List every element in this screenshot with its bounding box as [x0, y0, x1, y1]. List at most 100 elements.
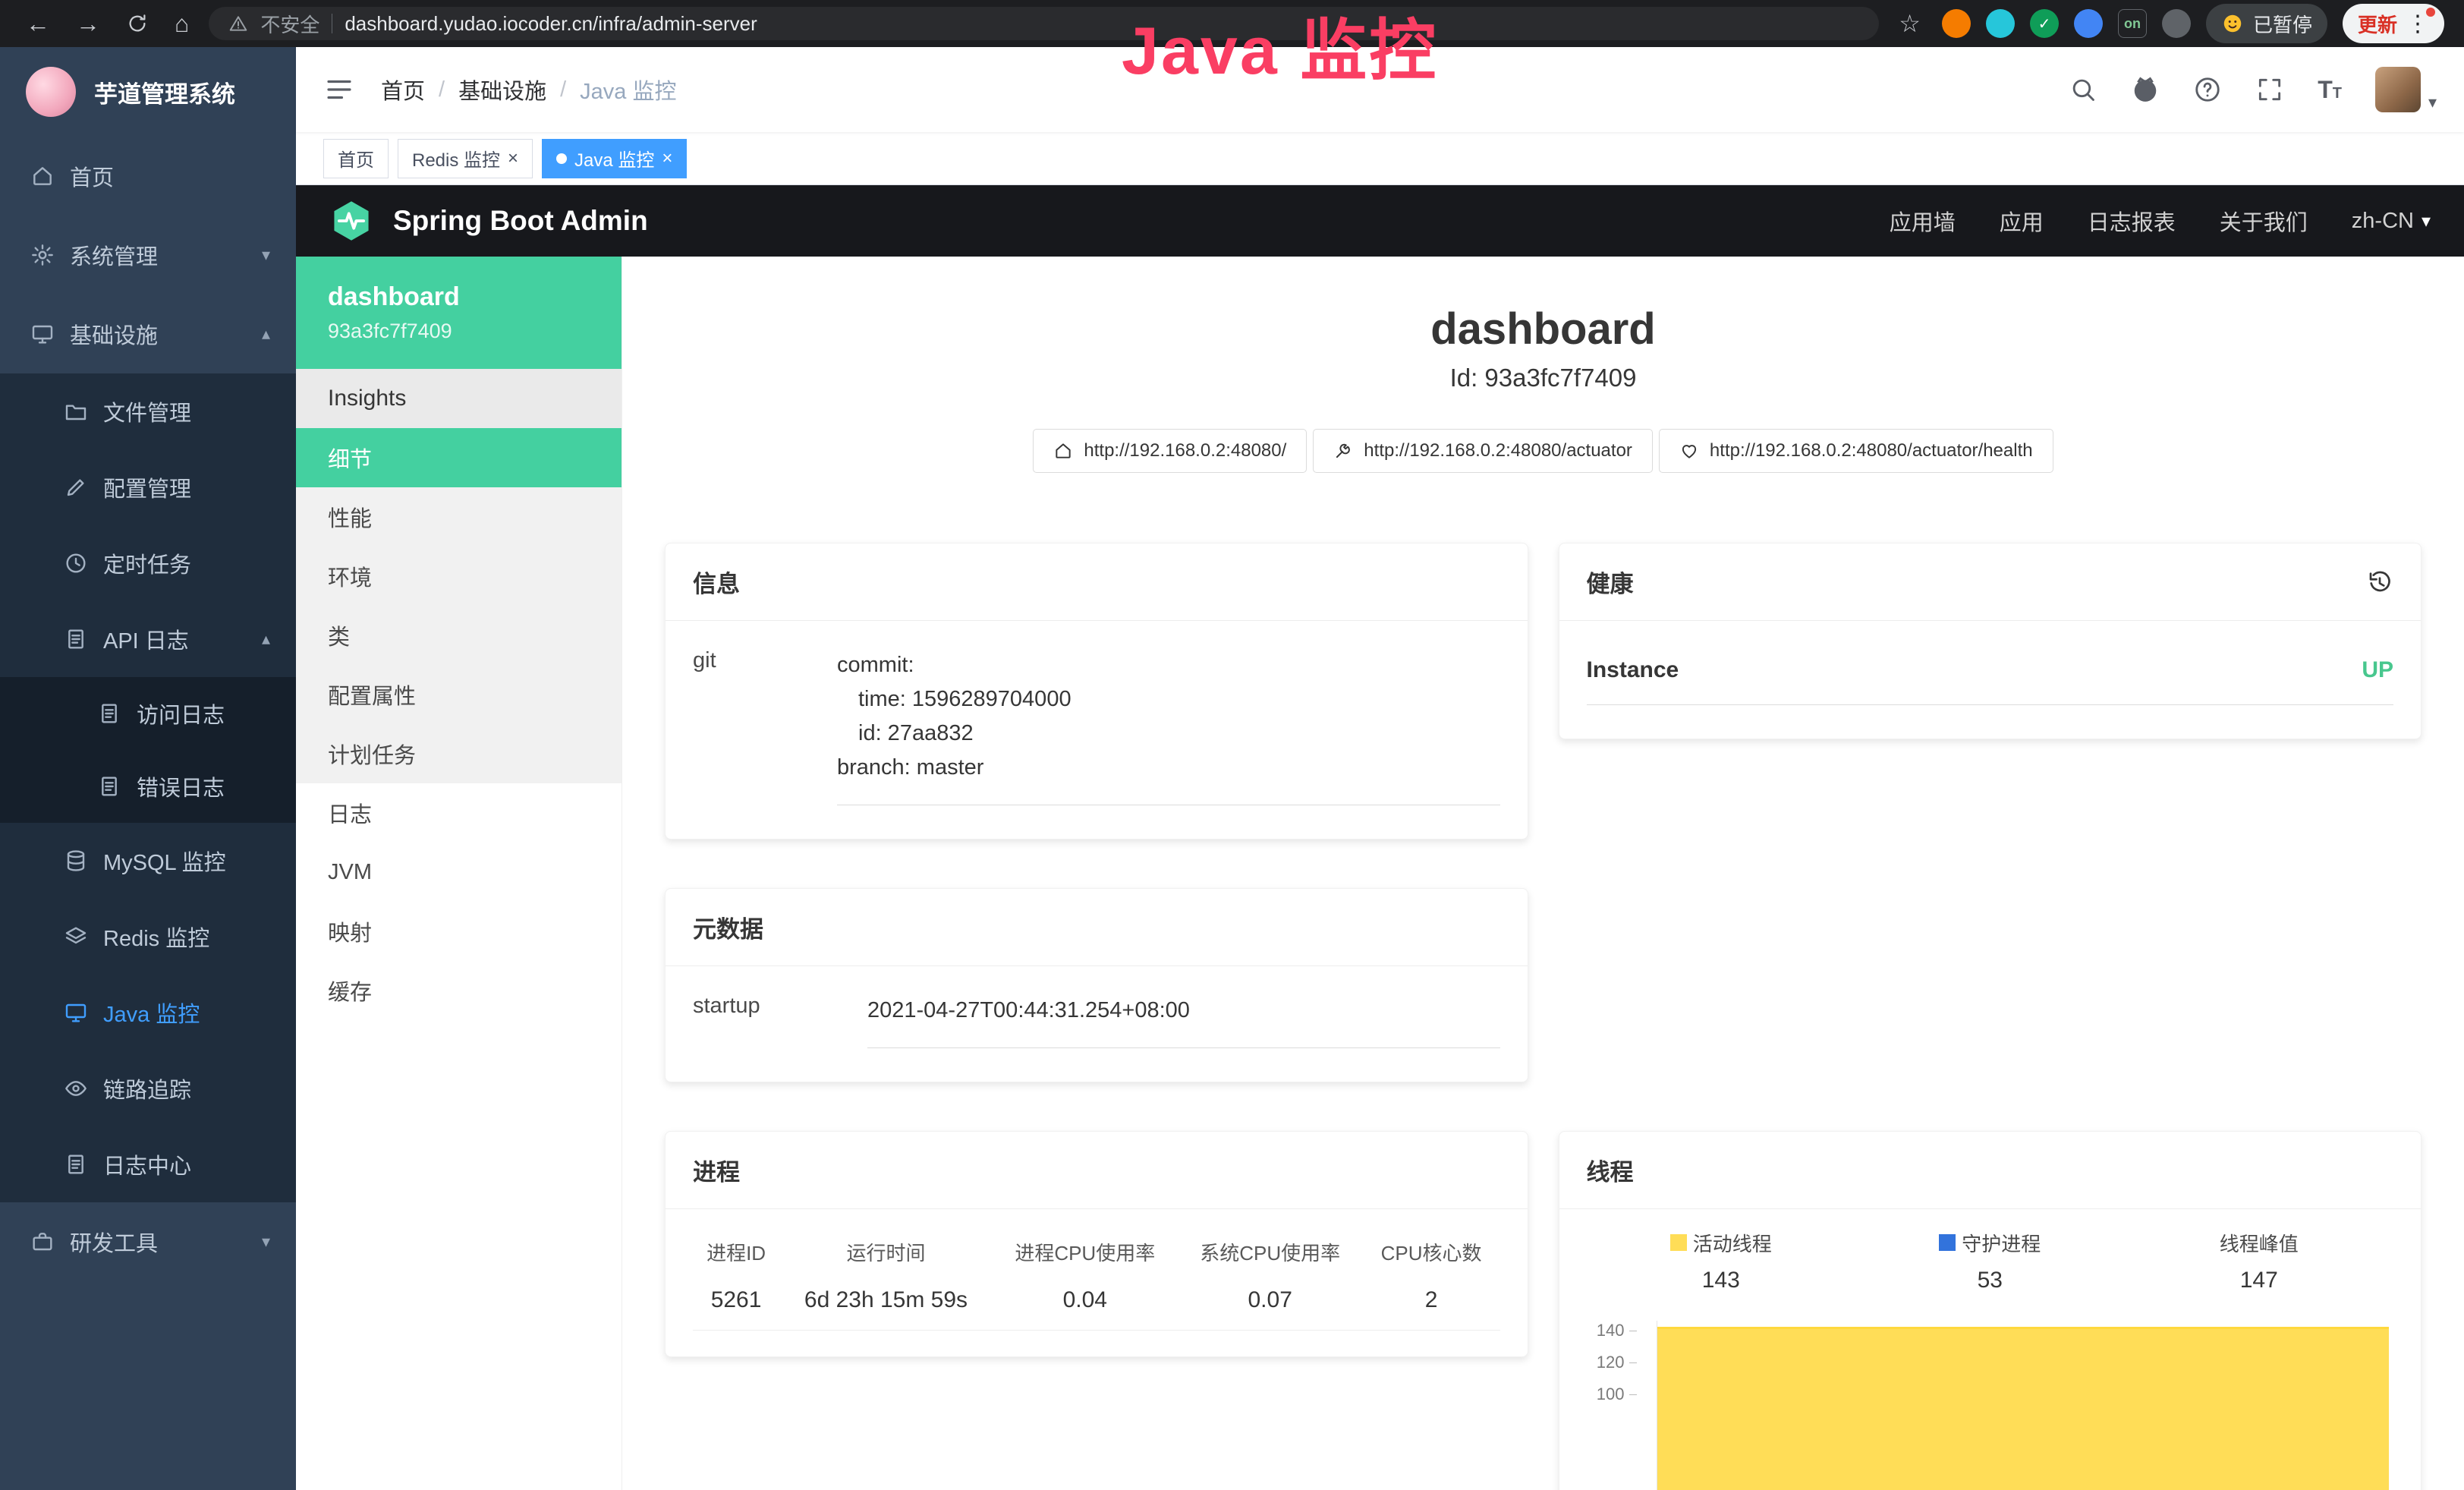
- sba-item-scheduled-tasks[interactable]: 计划任务: [296, 724, 622, 783]
- update-button[interactable]: 更新 ⋮: [2343, 4, 2444, 43]
- sidebar-item-file[interactable]: 文件管理: [0, 373, 296, 449]
- extension-icon[interactable]: ✓: [2030, 9, 2059, 38]
- sidebar-item-trace[interactable]: 链路追踪: [0, 1051, 296, 1126]
- help-icon[interactable]: [2193, 75, 2222, 104]
- back-icon[interactable]: ←: [20, 11, 56, 36]
- sba-item-logfile[interactable]: 日志: [296, 783, 622, 843]
- history-icon[interactable]: [2366, 569, 2393, 596]
- sidebar-item-redis[interactable]: Redis 监控: [0, 899, 296, 975]
- hamburger-icon[interactable]: [323, 74, 355, 106]
- sba-nav-applications[interactable]: 应用: [2000, 205, 2044, 237]
- sidebar-item-error-log[interactable]: 错误日志: [0, 750, 296, 823]
- instance-url-button[interactable]: http://192.168.0.2:48080/: [1033, 429, 1307, 473]
- breadcrumb-home[interactable]: 首页: [381, 74, 425, 106]
- sba-language-select[interactable]: zh-CN ▾: [2352, 209, 2431, 234]
- sba-nav-journal[interactable]: 日志报表: [2088, 205, 2176, 237]
- info-line: time: 1596289704000: [837, 682, 1500, 717]
- threads-legend: 活动线程 143 守护进程 53 线程峰值: [1587, 1229, 2394, 1293]
- sidebar-item-devtools[interactable]: 研发工具 ▾: [0, 1202, 296, 1281]
- sba-item-caches[interactable]: 缓存: [296, 961, 622, 1020]
- sidebar-item-job[interactable]: 定时任务: [0, 525, 296, 601]
- card-title: 线程: [1587, 1153, 1634, 1187]
- forward-icon[interactable]: →: [70, 11, 106, 36]
- home-icon[interactable]: ⌂: [168, 11, 195, 36]
- sba-item-environment[interactable]: 环境: [296, 547, 622, 606]
- monitor-icon: [64, 1000, 88, 1025]
- sidebar-item-label: 基础设施: [70, 318, 158, 350]
- sidebar-item-log-center[interactable]: 日志中心: [0, 1126, 296, 1202]
- bookmark-star-icon[interactable]: ☆: [1893, 11, 1927, 36]
- sba-item-config-props[interactable]: 配置属性: [296, 665, 622, 724]
- tag-label: Redis 监控: [412, 145, 500, 172]
- address-bar[interactable]: 不安全 dashboard.yudao.iocoder.cn/infra/adm…: [209, 7, 1879, 40]
- sidebar-item-home[interactable]: 首页: [0, 137, 296, 216]
- sidebar-item-access-log[interactable]: 访问日志: [0, 677, 296, 750]
- info-line: commit:: [837, 648, 1500, 682]
- security-label[interactable]: 不安全: [260, 10, 319, 38]
- font-size-icon[interactable]: TT: [2318, 76, 2342, 104]
- health-url-button[interactable]: http://192.168.0.2:48080/actuator/health: [1659, 429, 2053, 473]
- sidebar-item-api-log[interactable]: API 日志 ▴: [0, 601, 296, 677]
- threads-chart: 140 120 100: [1587, 1321, 2394, 1490]
- document-icon: [97, 701, 121, 726]
- sba-nav-wallboard[interactable]: 应用墙: [1890, 205, 1956, 237]
- tag-home[interactable]: 首页: [323, 139, 389, 178]
- fullscreen-icon[interactable]: [2255, 75, 2284, 104]
- sba-language-value: zh-CN: [2352, 209, 2414, 234]
- user-avatar[interactable]: ▾: [2375, 67, 2437, 112]
- tag-label: 首页: [338, 145, 374, 172]
- sidebar-item-label: 链路追踪: [103, 1073, 191, 1104]
- sba-item-metrics[interactable]: 性能: [296, 487, 622, 547]
- cell-system-cpu: 0.07: [1178, 1275, 1363, 1331]
- chevron-down-icon: ▾: [262, 1232, 270, 1252]
- sba-item-mappings[interactable]: 映射: [296, 902, 622, 961]
- chevron-down-icon: ▾: [2422, 210, 2431, 232]
- y-axis-tick: 100: [1587, 1384, 1637, 1404]
- close-icon[interactable]: ×: [662, 148, 672, 169]
- actuator-url-button[interactable]: http://192.168.0.2:48080/actuator: [1313, 429, 1653, 473]
- instance-name: dashboard: [328, 282, 622, 312]
- chevron-up-icon: ▴: [262, 324, 270, 344]
- search-icon[interactable]: [2069, 75, 2097, 104]
- cards-grid: 信息 git commit: time: 1596289704000 id: 2…: [665, 543, 2422, 1490]
- link-label: http://192.168.0.2:48080/actuator: [1364, 440, 1632, 461]
- sidebar-item-infra[interactable]: 基础设施 ▴: [0, 295, 296, 373]
- sba-item-classes[interactable]: 类: [296, 606, 622, 665]
- legend-label: 活动线程: [1693, 1229, 1772, 1257]
- sidebar-item-system[interactable]: 系统管理 ▾: [0, 216, 296, 295]
- extension-icon[interactable]: [2074, 9, 2103, 38]
- kebab-menu-icon[interactable]: ⋮: [2406, 11, 2429, 37]
- close-icon[interactable]: ×: [508, 148, 518, 169]
- extension-icon[interactable]: on: [2118, 9, 2147, 38]
- main-column: 首页 / 基础设施 / Java 监控 TT ▾: [296, 47, 2464, 1490]
- sidebar-item-java[interactable]: Java 监控: [0, 975, 296, 1051]
- live-threads-area: [1657, 1327, 2390, 1490]
- sidebar-item-mysql[interactable]: MySQL 监控: [0, 823, 296, 899]
- breadcrumb-infra[interactable]: 基础设施: [458, 74, 546, 106]
- extension-icon[interactable]: [2162, 9, 2191, 38]
- github-icon[interactable]: [2131, 75, 2160, 104]
- extension-icon[interactable]: [1986, 9, 2015, 38]
- notification-dot: [2426, 8, 2435, 17]
- tag-java[interactable]: Java 监控 ×: [542, 139, 687, 178]
- tag-redis[interactable]: Redis 监控 ×: [398, 139, 533, 178]
- sba-item-jvm[interactable]: JVM: [296, 843, 622, 902]
- sba-item-details[interactable]: 细节: [296, 428, 622, 487]
- info-card: 信息 git commit: time: 1596289704000 id: 2…: [665, 543, 1528, 840]
- paused-badge[interactable]: 已暂停: [2206, 4, 2327, 43]
- eye-icon: [64, 1076, 88, 1101]
- sidebar-item-config[interactable]: 配置管理: [0, 449, 296, 525]
- metadata-key: startup: [693, 994, 867, 1048]
- sba-nav-about[interactable]: 关于我们: [2220, 205, 2308, 237]
- extension-icon[interactable]: [1942, 9, 1971, 38]
- reload-icon[interactable]: [120, 12, 155, 35]
- column-header: 系统CPU使用率: [1178, 1229, 1363, 1275]
- url-text[interactable]: dashboard.yudao.iocoder.cn/infra/admin-s…: [345, 12, 757, 36]
- sba-brand-title[interactable]: Spring Boot Admin: [393, 205, 648, 237]
- navbar-actions: TT ▾: [2069, 67, 2437, 112]
- sba-logo-icon[interactable]: [329, 199, 373, 243]
- legend-swatch: [1670, 1234, 1687, 1251]
- folder-icon: [64, 399, 88, 424]
- app-brand[interactable]: 芋道管理系统: [0, 47, 296, 137]
- sba-instance-header[interactable]: dashboard 93a3fc7f7409: [296, 257, 622, 369]
